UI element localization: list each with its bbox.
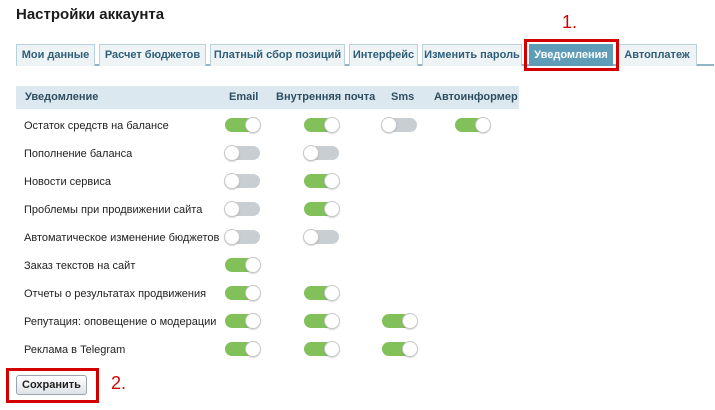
column-header-notification: Уведомление xyxy=(25,91,99,103)
row-label-budget-change: Автоматическое изменение бюджетов xyxy=(24,232,220,244)
column-header-email: Email xyxy=(229,91,259,103)
toggle-email-row-1[interactable] xyxy=(225,117,261,133)
toggle-knob xyxy=(303,229,319,245)
tab-autopayment[interactable]: Автоплатеж xyxy=(617,44,697,66)
toggle-knob xyxy=(224,201,240,217)
tab-change-password[interactable]: Изменить пароль xyxy=(422,44,522,66)
toggle-internal-row-9[interactable] xyxy=(304,341,340,357)
toggle-sms-row-1[interactable] xyxy=(381,117,417,133)
toggle-knob xyxy=(402,313,418,329)
toggle-internal-row-1[interactable] xyxy=(304,117,340,133)
toggle-sms-row-9[interactable] xyxy=(382,341,418,357)
annotation-box-notifications-tab xyxy=(524,39,619,71)
toggle-knob xyxy=(224,229,240,245)
toggle-knob xyxy=(324,341,340,357)
toggle-knob xyxy=(324,173,340,189)
toggle-knob xyxy=(224,173,240,189)
toggle-knob xyxy=(381,117,397,133)
row-label-text-order: Заказ текстов на сайт xyxy=(24,260,136,272)
toggle-knob xyxy=(245,117,261,133)
toggle-knob xyxy=(245,257,261,273)
toggle-email-row-9[interactable] xyxy=(225,341,261,357)
row-label-promotion-problems: Проблемы при продвижении сайта xyxy=(24,204,203,216)
page-title: Настройки аккаунта xyxy=(16,6,165,23)
toggle-knob xyxy=(324,117,340,133)
toggle-knob xyxy=(475,117,491,133)
toggle-email-row-7[interactable] xyxy=(225,285,261,301)
toggle-internal-row-2[interactable] xyxy=(303,145,339,161)
toggle-knob xyxy=(245,313,261,329)
tab-paid-positions[interactable]: Платный сбор позиций xyxy=(210,44,345,66)
toggle-knob xyxy=(402,341,418,357)
toggle-knob xyxy=(245,285,261,301)
toggle-email-row-2[interactable] xyxy=(224,145,260,161)
tab-budget-calc[interactable]: Расчет бюджетов xyxy=(99,44,206,66)
toggle-email-row-5[interactable] xyxy=(224,229,260,245)
toggle-knob xyxy=(324,201,340,217)
toggle-sms-row-8[interactable] xyxy=(382,313,418,329)
table-header: Уведомление Email Внутренняя почта Sms А… xyxy=(16,86,519,109)
toggle-knob xyxy=(324,313,340,329)
row-label-reports: Отчеты о результатах продвижения xyxy=(24,288,207,300)
toggle-email-row-8[interactable] xyxy=(225,313,261,329)
annotation-number-1: 1. xyxy=(562,12,578,32)
toggle-internal-row-3[interactable] xyxy=(304,173,340,189)
tab-interface[interactable]: Интерфейс xyxy=(349,44,418,66)
toggle-knob xyxy=(324,285,340,301)
tab-my-data[interactable]: Мои данные xyxy=(16,44,95,66)
toggle-email-row-6[interactable] xyxy=(225,257,261,273)
column-header-internal-mail: Внутренняя почта xyxy=(276,91,376,103)
toggle-autoinformer-row-1[interactable] xyxy=(455,117,491,133)
column-header-sms: Sms xyxy=(391,91,415,103)
row-label-news: Новости сервиса xyxy=(24,176,111,188)
toggle-email-row-4[interactable] xyxy=(224,201,260,217)
save-button[interactable]: Сохранить xyxy=(16,375,87,395)
toggle-knob xyxy=(303,145,319,161)
row-label-balance: Остаток средств на балансе xyxy=(24,120,169,132)
toggle-internal-row-4[interactable] xyxy=(304,201,340,217)
toggle-knob xyxy=(245,341,261,357)
annotation-number-2: 2. xyxy=(111,373,127,393)
toggle-internal-row-5[interactable] xyxy=(303,229,339,245)
column-header-autoinformer: Автоинформер xyxy=(434,91,518,103)
toggle-knob xyxy=(224,145,240,161)
toggle-internal-row-7[interactable] xyxy=(304,285,340,301)
toggle-email-row-3[interactable] xyxy=(224,173,260,189)
row-label-topup: Пополнение баланса xyxy=(24,148,133,160)
row-label-telegram: Реклама в Telegram xyxy=(24,344,126,356)
toggle-internal-row-8[interactable] xyxy=(304,313,340,329)
row-label-reputation: Репутация: оповещение о модерации xyxy=(24,316,217,328)
